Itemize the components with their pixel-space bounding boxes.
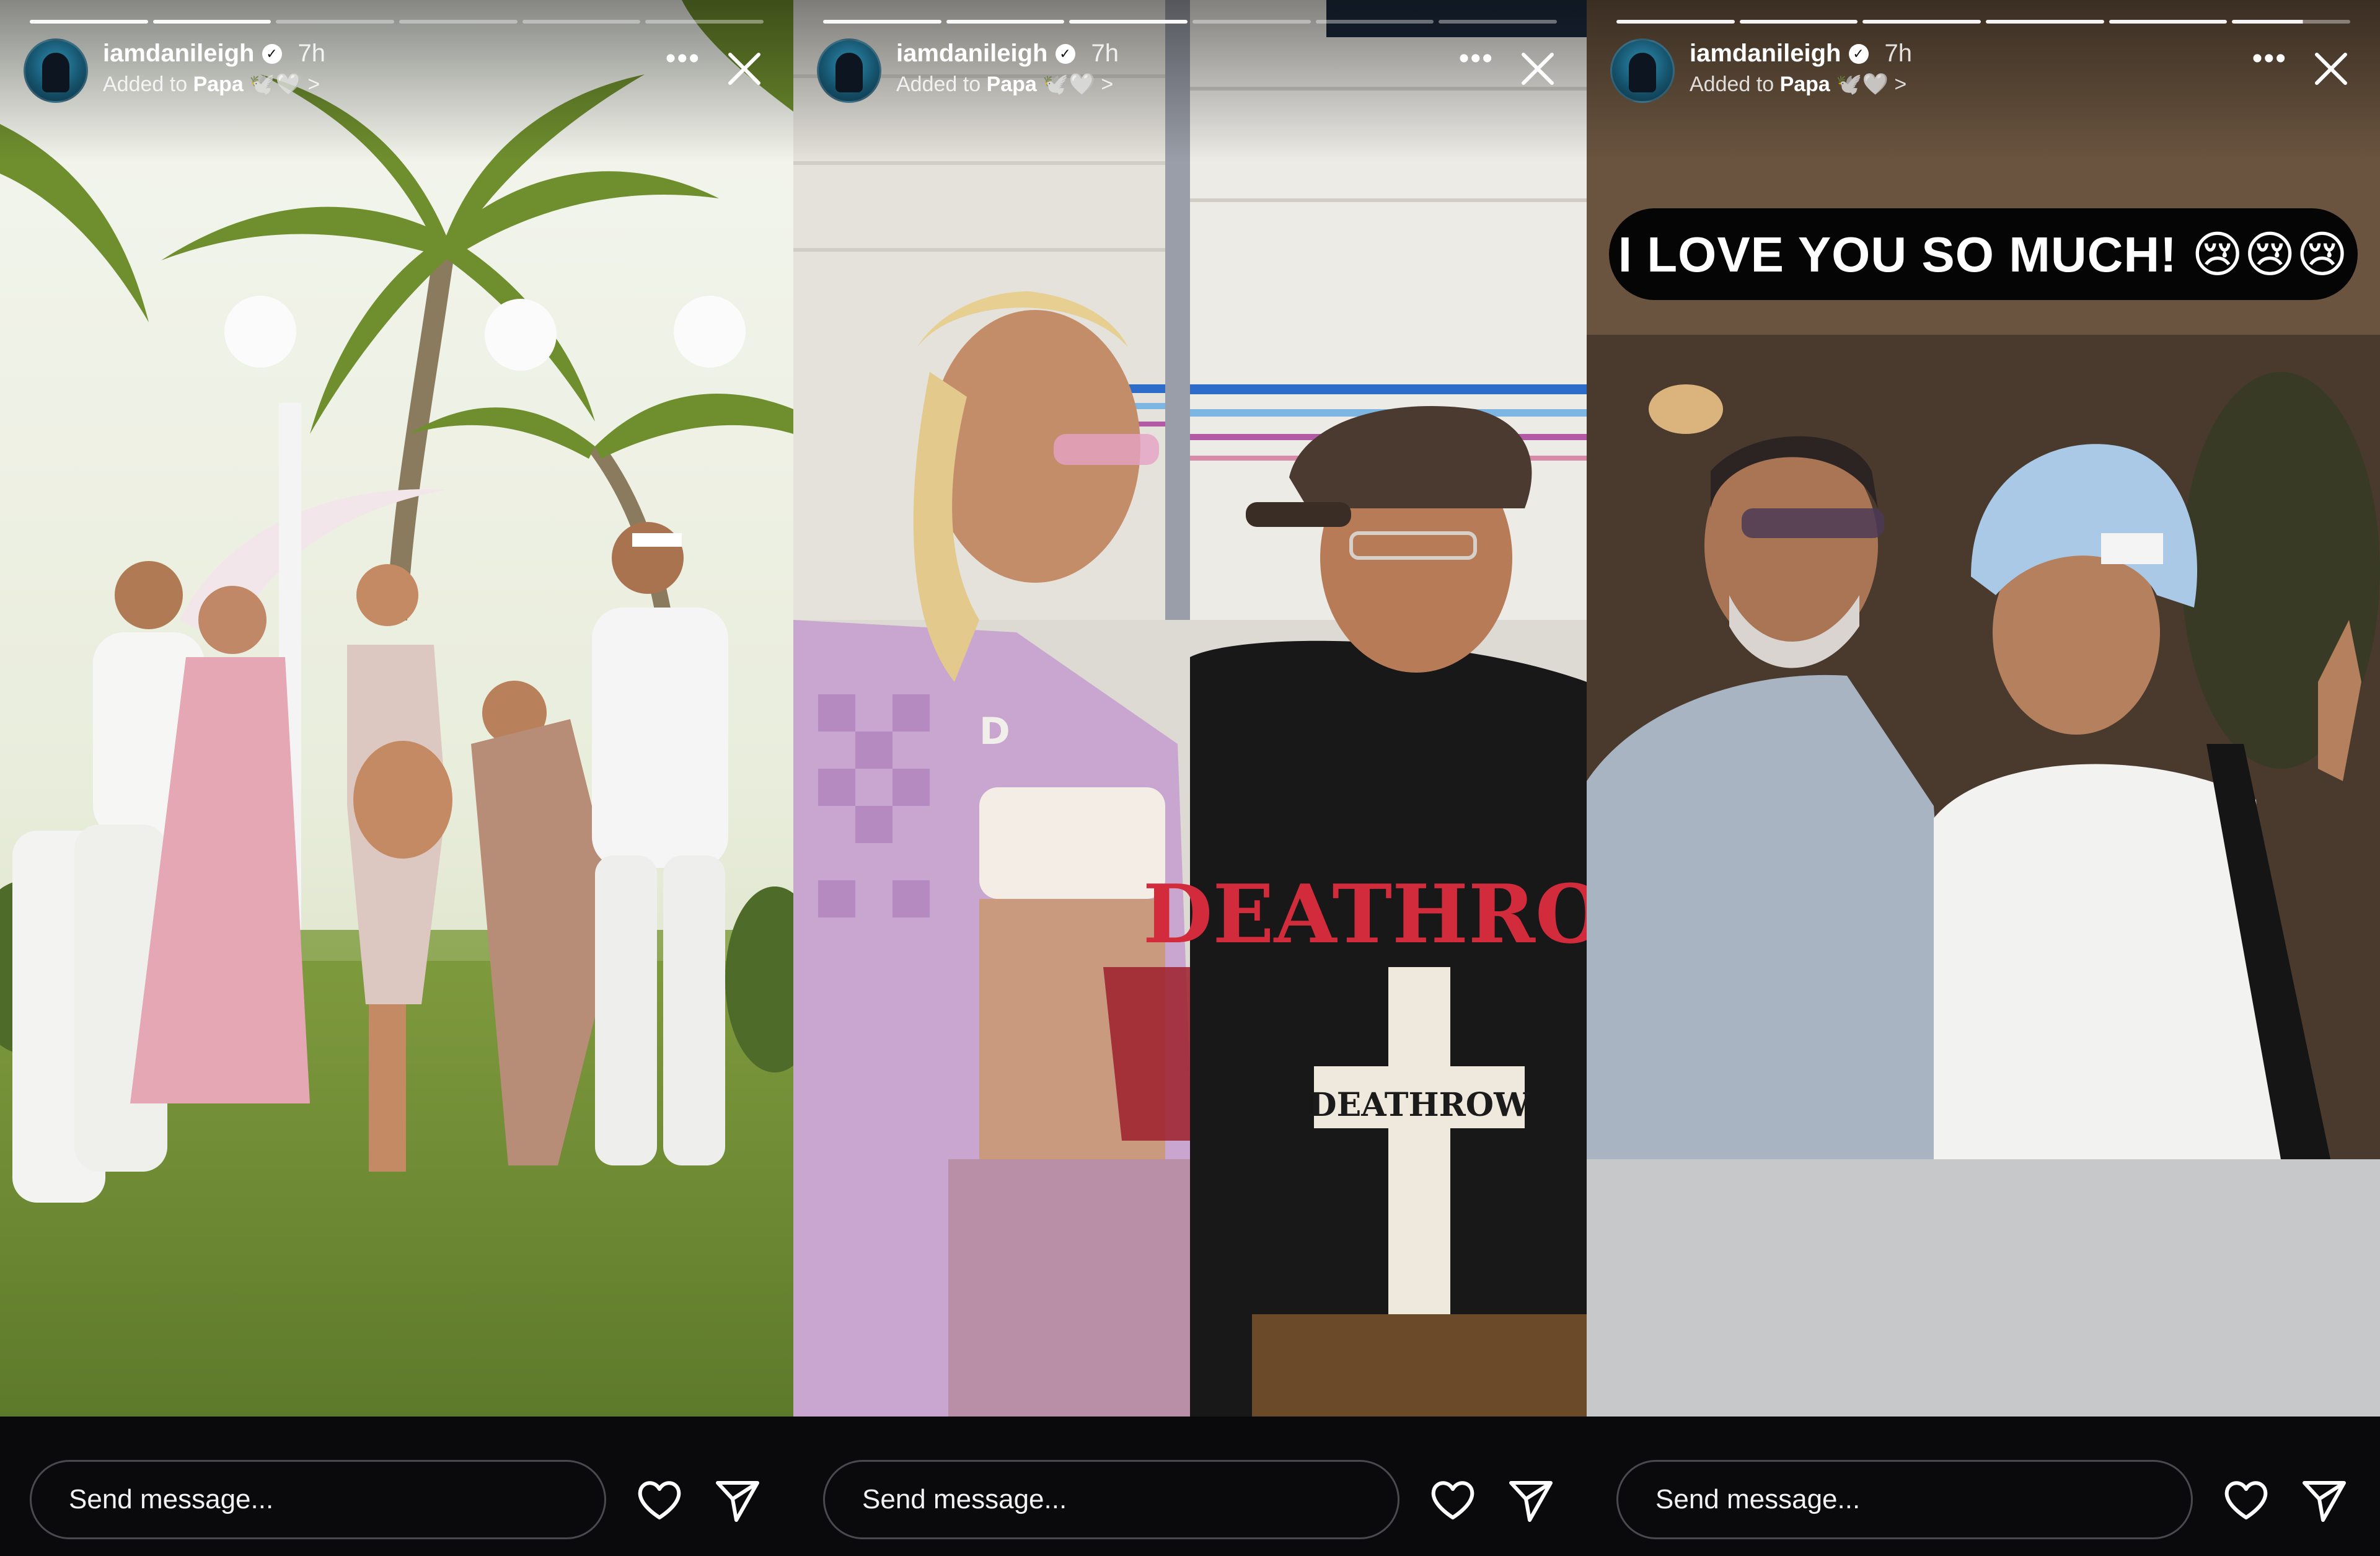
send-message-placeholder: Send message...	[1655, 1484, 1861, 1514]
story-progress-bar	[1616, 20, 2351, 24]
profile-avatar[interactable]	[24, 38, 88, 103]
send-message-placeholder: Send message...	[862, 1484, 1067, 1514]
progress-segment	[2109, 20, 2228, 24]
progress-segment	[1439, 20, 1558, 24]
shirt-cross-text: DEATHROW	[1309, 1086, 1532, 1124]
progress-segment	[30, 20, 148, 24]
progress-segment	[1739, 20, 1858, 24]
send-message-input[interactable]: Send message...	[823, 1460, 1399, 1539]
highlight-link[interactable]: Added to Papa 🕊️🤍 >	[1690, 72, 1906, 97]
story-username[interactable]: iamdanileigh ✓ 7h	[896, 40, 1119, 68]
chevron-right-icon: >	[1101, 73, 1114, 96]
send-message-input[interactable]: Send message...	[1616, 1460, 2193, 1539]
story-footer: Send message...	[793, 1417, 1587, 1556]
pendant-letter: D	[979, 710, 1010, 753]
story-panel-2[interactable]: DEATHROW DEATHROW D iamdanileigh ✓ 7h Ad…	[793, 0, 1587, 1556]
story-caption: I LOVE YOU SO MUCH! 😢😢😢	[1609, 208, 2358, 300]
verified-badge-icon: ✓	[262, 43, 282, 64]
progress-segment	[1986, 20, 2104, 24]
send-icon[interactable]	[713, 1475, 762, 1525]
send-message-input[interactable]: Send message...	[30, 1460, 606, 1539]
highlight-name[interactable]: Papa	[1780, 73, 1830, 96]
story-panel-3[interactable]: iamdanileigh ✓ 7h Added to Papa 🕊️🤍 > ••…	[1587, 0, 2380, 1556]
profile-avatar[interactable]	[1610, 38, 1675, 103]
story-progress-bar	[30, 20, 764, 24]
progress-segment	[1862, 20, 1981, 24]
story-footer: Send message...	[1587, 1417, 2380, 1556]
close-icon[interactable]	[2311, 48, 2351, 89]
story-photo-party	[0, 0, 793, 1417]
story-username[interactable]: iamdanileigh ✓ 7h	[1690, 40, 1912, 68]
story-progress-bar	[823, 20, 1558, 24]
username-text[interactable]: iamdanileigh	[1690, 40, 1841, 68]
chevron-right-icon: >	[307, 73, 320, 96]
story-photo-trailer: DEATHROW DEATHROW D	[793, 0, 1587, 1417]
username-text[interactable]: iamdanileigh	[896, 40, 1048, 68]
story-footer: Send message...	[0, 1417, 793, 1556]
story-timestamp: 7h	[298, 40, 326, 67]
added-to-label: Added to	[103, 73, 188, 96]
more-options-icon[interactable]: •••	[1459, 44, 1494, 74]
progress-segment	[1315, 20, 1434, 24]
added-to-label: Added to	[1690, 73, 1774, 96]
send-icon[interactable]	[1506, 1475, 1556, 1525]
highlight-emoji: 🕊️🤍	[249, 73, 302, 96]
highlight-name[interactable]: Papa	[193, 73, 244, 96]
highlight-emoji: 🕊️🤍	[1836, 73, 1889, 96]
send-message-placeholder: Send message...	[69, 1484, 274, 1514]
progress-segment	[399, 20, 518, 24]
story-timestamp: 7h	[1884, 40, 1913, 67]
progress-segment	[152, 20, 271, 24]
verified-badge-icon: ✓	[1055, 43, 1075, 64]
send-icon[interactable]	[2299, 1475, 2349, 1525]
heart-icon[interactable]	[1428, 1475, 1478, 1525]
progress-segment	[1616, 20, 1735, 24]
story-timestamp: 7h	[1091, 40, 1119, 67]
verified-badge-icon: ✓	[1848, 43, 1869, 64]
more-options-icon[interactable]: •••	[2252, 44, 2287, 74]
heart-icon[interactable]	[635, 1475, 684, 1525]
added-to-label: Added to	[896, 73, 981, 96]
highlight-name[interactable]: Papa	[987, 73, 1037, 96]
close-icon[interactable]	[1517, 48, 1558, 89]
username-text[interactable]: iamdanileigh	[103, 40, 255, 68]
progress-segment	[522, 20, 641, 24]
progress-segment	[645, 20, 764, 24]
chevron-right-icon: >	[1894, 73, 1907, 96]
story-panel-1[interactable]: iamdanileigh ✓ 7h Added to Papa 🕊️🤍 > ••…	[0, 0, 793, 1556]
progress-segment	[946, 20, 1065, 24]
story-username[interactable]: iamdanileigh ✓ 7h	[103, 40, 325, 68]
progress-segment	[2232, 20, 2351, 24]
profile-avatar[interactable]	[817, 38, 881, 103]
highlight-link[interactable]: Added to Papa 🕊️🤍 >	[103, 72, 320, 97]
heart-icon[interactable]	[2221, 1475, 2271, 1525]
more-options-icon[interactable]: •••	[666, 44, 700, 74]
progress-segment	[276, 20, 395, 24]
progress-segment	[823, 20, 941, 24]
shirt-print-text: DEATHROW	[1143, 867, 1587, 961]
close-icon[interactable]	[724, 48, 765, 89]
progress-segment	[1192, 20, 1311, 24]
highlight-emoji: 🕊️🤍	[1042, 73, 1095, 96]
progress-segment	[1069, 20, 1188, 24]
highlight-link[interactable]: Added to Papa 🕊️🤍 >	[896, 72, 1113, 97]
